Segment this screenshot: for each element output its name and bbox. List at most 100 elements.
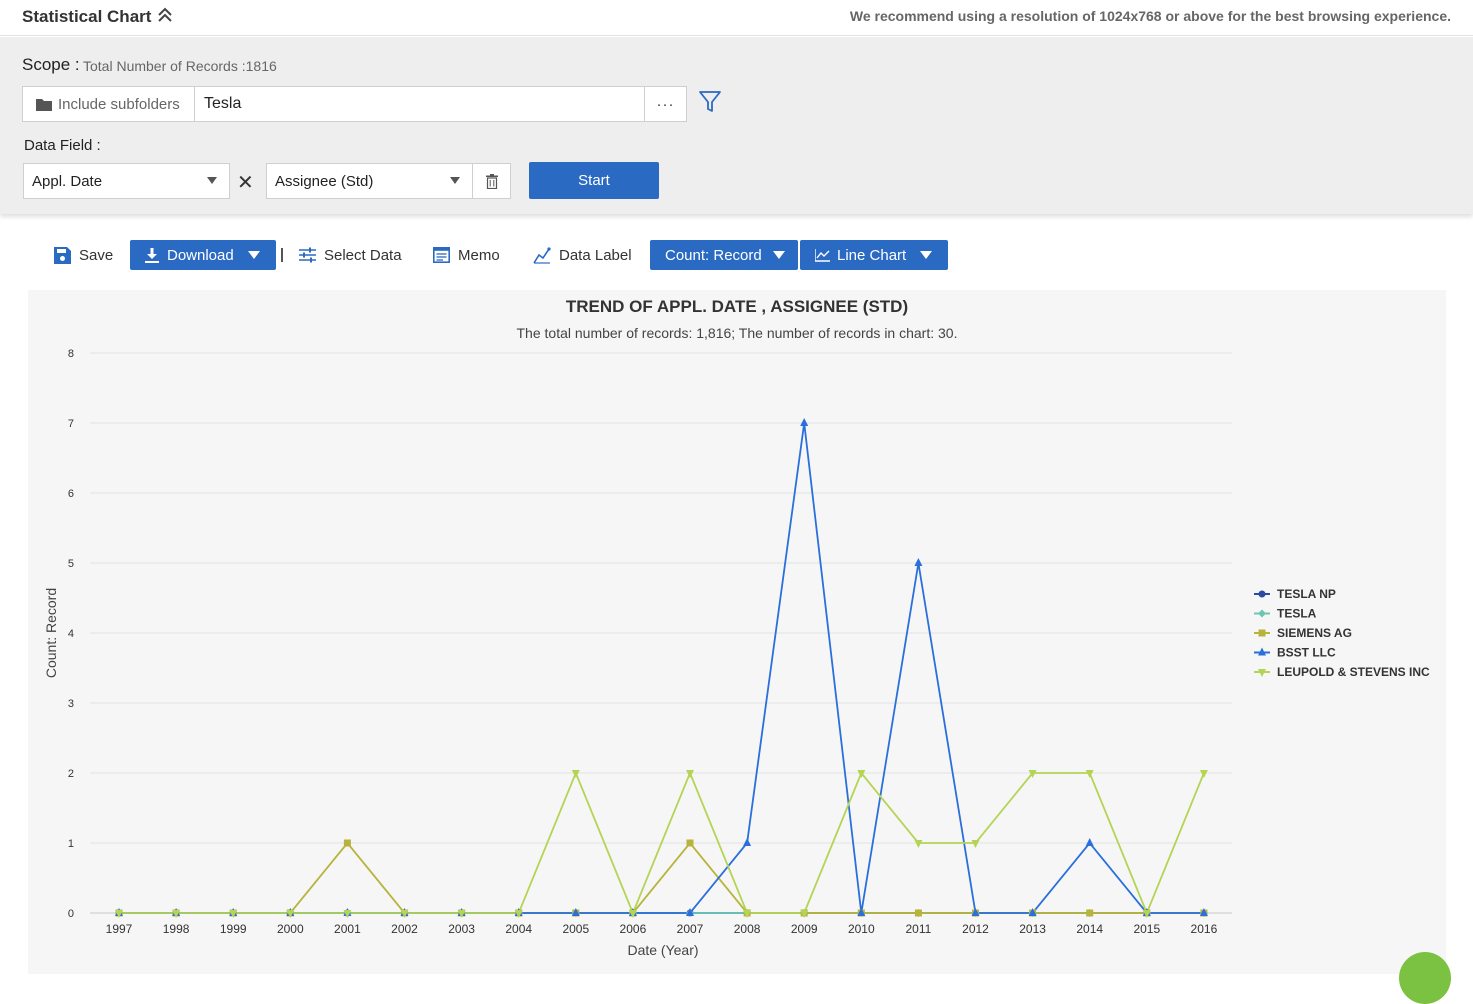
x-tick-label: 2016	[1191, 922, 1218, 936]
chart-area: TREND OF APPL. DATE , ASSIGNEE (STD) The…	[28, 290, 1446, 974]
include-subfolders-button[interactable]: Include subfolders	[23, 87, 195, 121]
swap-fields-button[interactable]: ✕	[237, 170, 254, 195]
data-point	[914, 909, 922, 917]
memo-button[interactable]: Memo	[433, 238, 500, 272]
chart-toolbar: Save Download Select Data Memo Data Labe…	[0, 238, 1000, 274]
save-button[interactable]: Save	[54, 238, 113, 272]
series-line-3	[119, 422, 1204, 914]
y-tick-label: 2	[68, 768, 74, 780]
data-label-button[interactable]: Data Label	[533, 238, 632, 272]
chevron-down-icon	[920, 251, 933, 259]
y-tick-label: 3	[68, 698, 74, 710]
x-tick-label: 1998	[163, 922, 190, 936]
line-chart: 0 1 2 3 4 5 6 7 8 1997 1998 1999 2000 2001 2002 2003 200…	[43, 348, 1430, 958]
top-bar: Statistical Chart We recommend using a r…	[0, 0, 1473, 36]
x-tick-label: 2005	[562, 922, 589, 936]
legend-item: SIEMENS AG	[1277, 626, 1352, 640]
save-icon	[54, 246, 71, 264]
scope-record-count: Total Number of Records :1816	[83, 58, 277, 74]
legend-marker	[1258, 590, 1266, 598]
data-field-1-value: Appl. Date	[32, 172, 103, 190]
legend-item: BSST LLC	[1277, 646, 1336, 660]
scope-input[interactable]	[196, 87, 644, 121]
data-label-label: Data Label	[559, 246, 632, 264]
x-tick-label: 2000	[277, 922, 304, 936]
data-point	[743, 838, 752, 846]
data-point	[686, 839, 694, 847]
y-tick-label: 7	[68, 418, 74, 430]
folder-icon	[36, 98, 52, 111]
data-point	[971, 840, 980, 848]
x-tick-label: 2007	[677, 922, 704, 936]
page-title: Statistical Chart	[22, 7, 152, 26]
chevron-down-icon	[207, 177, 217, 184]
more-options-button[interactable]: ···	[644, 87, 686, 121]
data-point	[686, 770, 694, 778]
legend-item: LEUPOLD & STEVENS INC	[1277, 665, 1430, 679]
x-tick-label: 2014	[1076, 922, 1103, 936]
y-tick-label: 1	[68, 838, 74, 850]
legend-item: TESLA	[1277, 607, 1317, 621]
data-point	[1086, 909, 1094, 917]
download-label: Download	[167, 246, 234, 264]
save-label: Save	[79, 246, 114, 264]
sliders-icon	[299, 247, 316, 263]
start-button[interactable]: Start	[529, 162, 659, 199]
chevron-down-icon	[772, 251, 785, 259]
trash-icon	[485, 173, 498, 189]
data-point	[1085, 838, 1094, 846]
x-tick-label: 1999	[220, 922, 247, 936]
x-tick-label: 2001	[334, 922, 361, 936]
y-tick-label: 0	[68, 908, 74, 920]
x-axis-label: Date (Year)	[627, 942, 698, 958]
x-tick-label: 1997	[106, 922, 133, 936]
download-button[interactable]: Download	[130, 240, 276, 270]
line-chart-icon	[815, 248, 830, 262]
data-field-select-2[interactable]: Assignee (Std)	[266, 163, 473, 199]
select-data-button[interactable]: Select Data	[299, 238, 402, 272]
data-point	[1085, 770, 1094, 778]
data-field-label: Data Field :	[24, 137, 101, 154]
settings-panel: Scope : Total Number of Records :1816 In…	[0, 37, 1473, 214]
line-chart-label: Line Chart	[837, 246, 907, 264]
y-axis-label: Count: Record	[43, 588, 59, 678]
data-field-select-1[interactable]: Appl. Date	[23, 163, 230, 199]
data-point	[571, 770, 580, 778]
help-button[interactable]	[1399, 952, 1451, 1004]
filter-icon[interactable]	[698, 89, 722, 120]
toolbar-divider	[281, 248, 283, 262]
download-icon	[145, 247, 159, 263]
chevron-down-icon	[450, 177, 460, 184]
y-tick-label: 5	[68, 558, 74, 570]
x-tick-label: 2003	[448, 922, 475, 936]
data-point	[343, 839, 351, 847]
x-tick-label: 2006	[620, 922, 647, 936]
count-record-label: Count: Record	[665, 246, 762, 264]
y-tick-label: 4	[68, 628, 74, 640]
legend-item: TESLA NP	[1277, 587, 1336, 601]
x-tick-label: 2013	[1019, 922, 1046, 936]
memo-label: Memo	[458, 246, 500, 264]
memo-icon	[433, 247, 450, 263]
data-point	[1199, 770, 1208, 778]
data-point	[800, 418, 809, 426]
scope-box: Include subfolders ···	[22, 86, 687, 122]
x-tick-label: 2015	[1133, 922, 1160, 936]
data-label-icon	[533, 247, 551, 264]
delete-field-button[interactable]	[472, 163, 511, 199]
y-tick-label: 8	[68, 348, 74, 360]
x-tick-label: 2008	[734, 922, 761, 936]
line-chart-dropdown[interactable]: Line Chart	[800, 240, 948, 270]
x-tick-label: 2011	[905, 922, 931, 936]
x-tick-label: 2009	[791, 922, 818, 936]
x-tick-label: 2002	[391, 922, 418, 936]
x-tick-label: 2004	[505, 922, 532, 936]
legend-marker	[1258, 629, 1266, 637]
count-record-dropdown[interactable]: Count: Record	[650, 240, 798, 270]
include-subfolders-label: Include subfolders	[58, 95, 180, 113]
chevron-down-icon	[247, 251, 260, 259]
select-data-label: Select Data	[324, 246, 402, 264]
scope-label: Scope :	[22, 55, 80, 74]
collapse-icon[interactable]	[156, 5, 176, 27]
resolution-notice: We recommend using a resolution of 1024x…	[849, 8, 1451, 24]
